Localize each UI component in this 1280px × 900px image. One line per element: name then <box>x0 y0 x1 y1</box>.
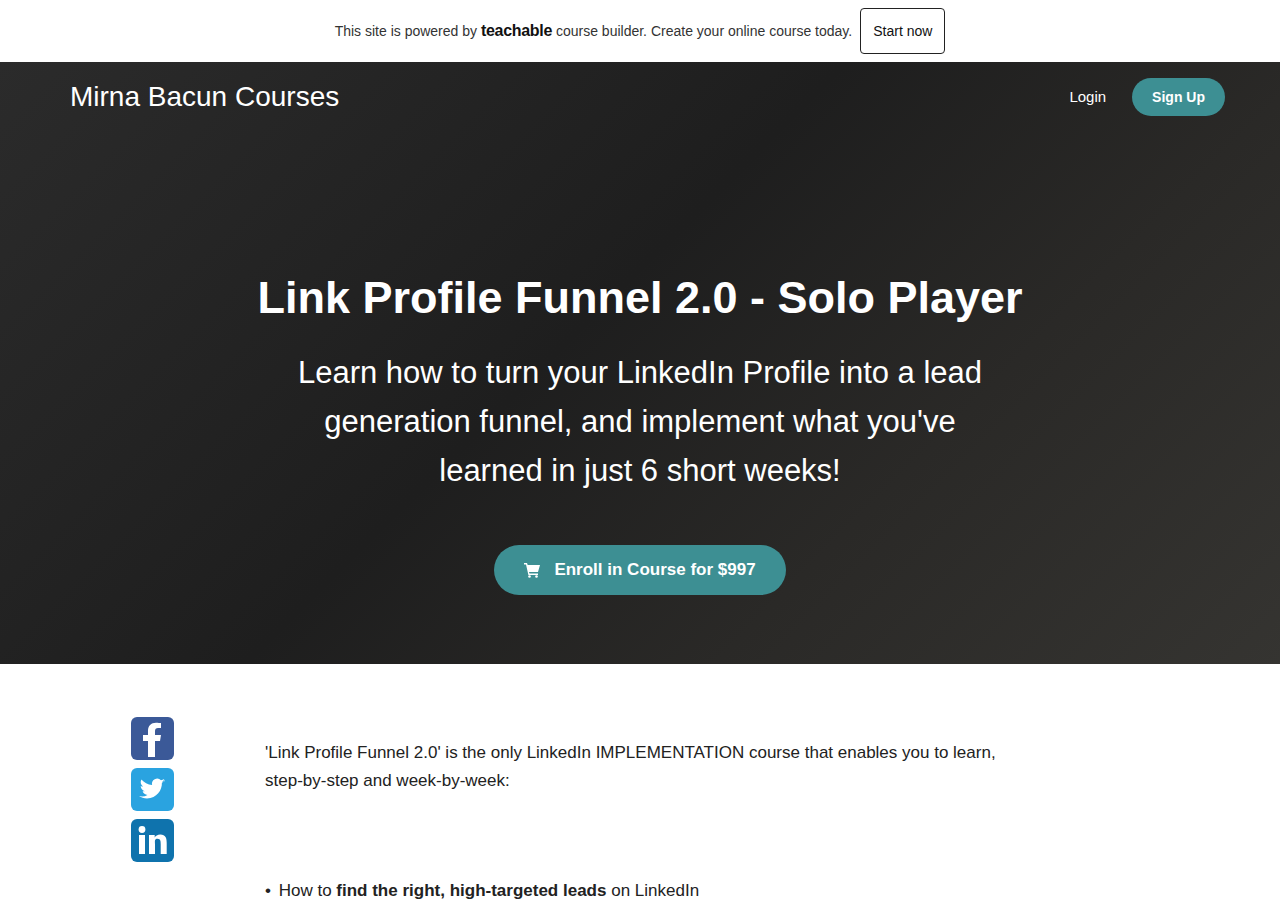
course-subtitle: Learn how to turn your LinkedIn Profile … <box>280 348 1000 495</box>
course-description: 'Link Profile Funnel 2.0' is the only Li… <box>0 664 1280 900</box>
banner-text: This site is powered by teachable course… <box>335 22 853 40</box>
enroll-label: Enroll in Course for $997 <box>554 560 755 580</box>
bullet-mark: • <box>265 881 271 900</box>
plain-text: on LinkedIn <box>606 881 699 900</box>
cart-icon <box>524 562 540 578</box>
linkedin-icon[interactable] <box>131 819 174 862</box>
share-buttons <box>131 717 174 900</box>
site-brand[interactable]: Mirna Bacun Courses <box>70 81 339 113</box>
hero-body: Link Profile Funnel 2.0 - Solo Player Le… <box>0 120 1280 595</box>
hero: Mirna Bacun Courses Login Sign Up Link P… <box>0 62 1280 664</box>
enroll-button[interactable]: Enroll in Course for $997 <box>494 545 785 595</box>
course-title: Link Profile Funnel 2.0 - Solo Player <box>257 270 1022 326</box>
login-link[interactable]: Login <box>1069 88 1106 105</box>
signup-button[interactable]: Sign Up <box>1132 78 1225 116</box>
teachable-banner: This site is powered by teachable course… <box>0 0 1280 62</box>
bold-text: find the right, high-targeted leads <box>336 881 606 900</box>
start-now-button[interactable]: Start now <box>860 8 945 54</box>
course-page: This site is powered by teachable course… <box>0 0 1280 900</box>
intro-paragraph: 'Link Profile Funnel 2.0' is the only Li… <box>265 739 1010 795</box>
plain-text: How to <box>279 881 337 900</box>
feature-bullet: • How to find the right, high-targeted l… <box>265 879 1010 900</box>
navbar: Mirna Bacun Courses Login Sign Up <box>0 62 1280 120</box>
teachable-logo[interactable]: teachable <box>481 22 552 39</box>
facebook-icon[interactable] <box>131 717 174 760</box>
twitter-icon[interactable] <box>131 768 174 811</box>
description-text: 'Link Profile Funnel 2.0' is the only Li… <box>265 717 1010 900</box>
nav-actions: Login Sign Up <box>1069 78 1225 116</box>
